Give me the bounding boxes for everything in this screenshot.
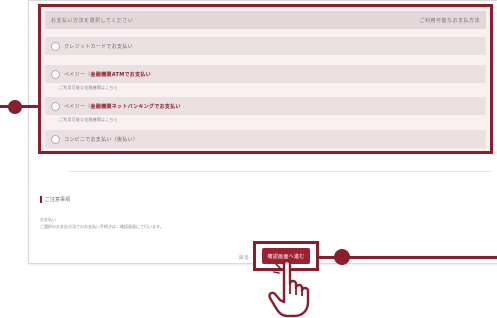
callout-line-right (348, 256, 497, 259)
option-label: ペイジー（金融機関ATMでお支払い (64, 71, 151, 78)
option-credit-card[interactable]: クレジットカードでお支払い (45, 37, 486, 55)
option-label: コンビニでお支払い（後払い） (64, 136, 139, 143)
section-divider (69, 171, 492, 172)
option-convenience-store[interactable]: コンビニでお支払い（後払い） (45, 130, 486, 148)
option-label: クレジットカードでお支払い (64, 43, 133, 50)
option-label: ペイジー（金融機関ネットバンキングでお支払い (64, 103, 181, 110)
option-payeasy-atm[interactable]: ペイジー（金融機関ATMでお支払い (45, 65, 486, 83)
remarks-marker (40, 196, 42, 203)
remarks-title: ご注意事項 (40, 196, 70, 203)
payment-options-highlight: お支払い方法を選択してください ご利用可能なお支払方法 クレジットカードでお支払… (38, 4, 493, 154)
option-sub-text: ご利用可能な金融機関はこちら (59, 117, 118, 122)
page: お支払い方法を選択してください ご利用可能なお支払方法 クレジットカードでお支払… (0, 0, 497, 318)
callout-connector-left (20, 105, 38, 108)
radio-icon[interactable] (51, 134, 60, 144)
pointing-hand-icon (268, 258, 310, 318)
options-list: クレジットカードでお支払い ペイジー（金融機関ATMでお支払い ご利用可能な金融… (45, 37, 486, 148)
option-sub-text: ご利用可能な金融機関はこちら (59, 85, 118, 90)
option-payeasy-netbank[interactable]: ペイジー（金融機関ネットバンキングでお支払い (45, 97, 486, 115)
back-link[interactable]: 戻る (239, 254, 249, 261)
radio-icon[interactable] (51, 69, 60, 79)
options-header-note: ご利用可能なお支払方法 (419, 17, 480, 24)
options-header: お支払い方法を選択してください ご利用可能なお支払方法 (45, 11, 486, 29)
radio-icon[interactable] (51, 41, 60, 51)
options-header-title: お支払い方法を選択してください (51, 17, 134, 24)
radio-icon[interactable] (51, 101, 60, 111)
remarks-text: お支払い ご選択のお支払方法でのお支払い手続きは、確認画面にて行います。 (40, 217, 164, 229)
